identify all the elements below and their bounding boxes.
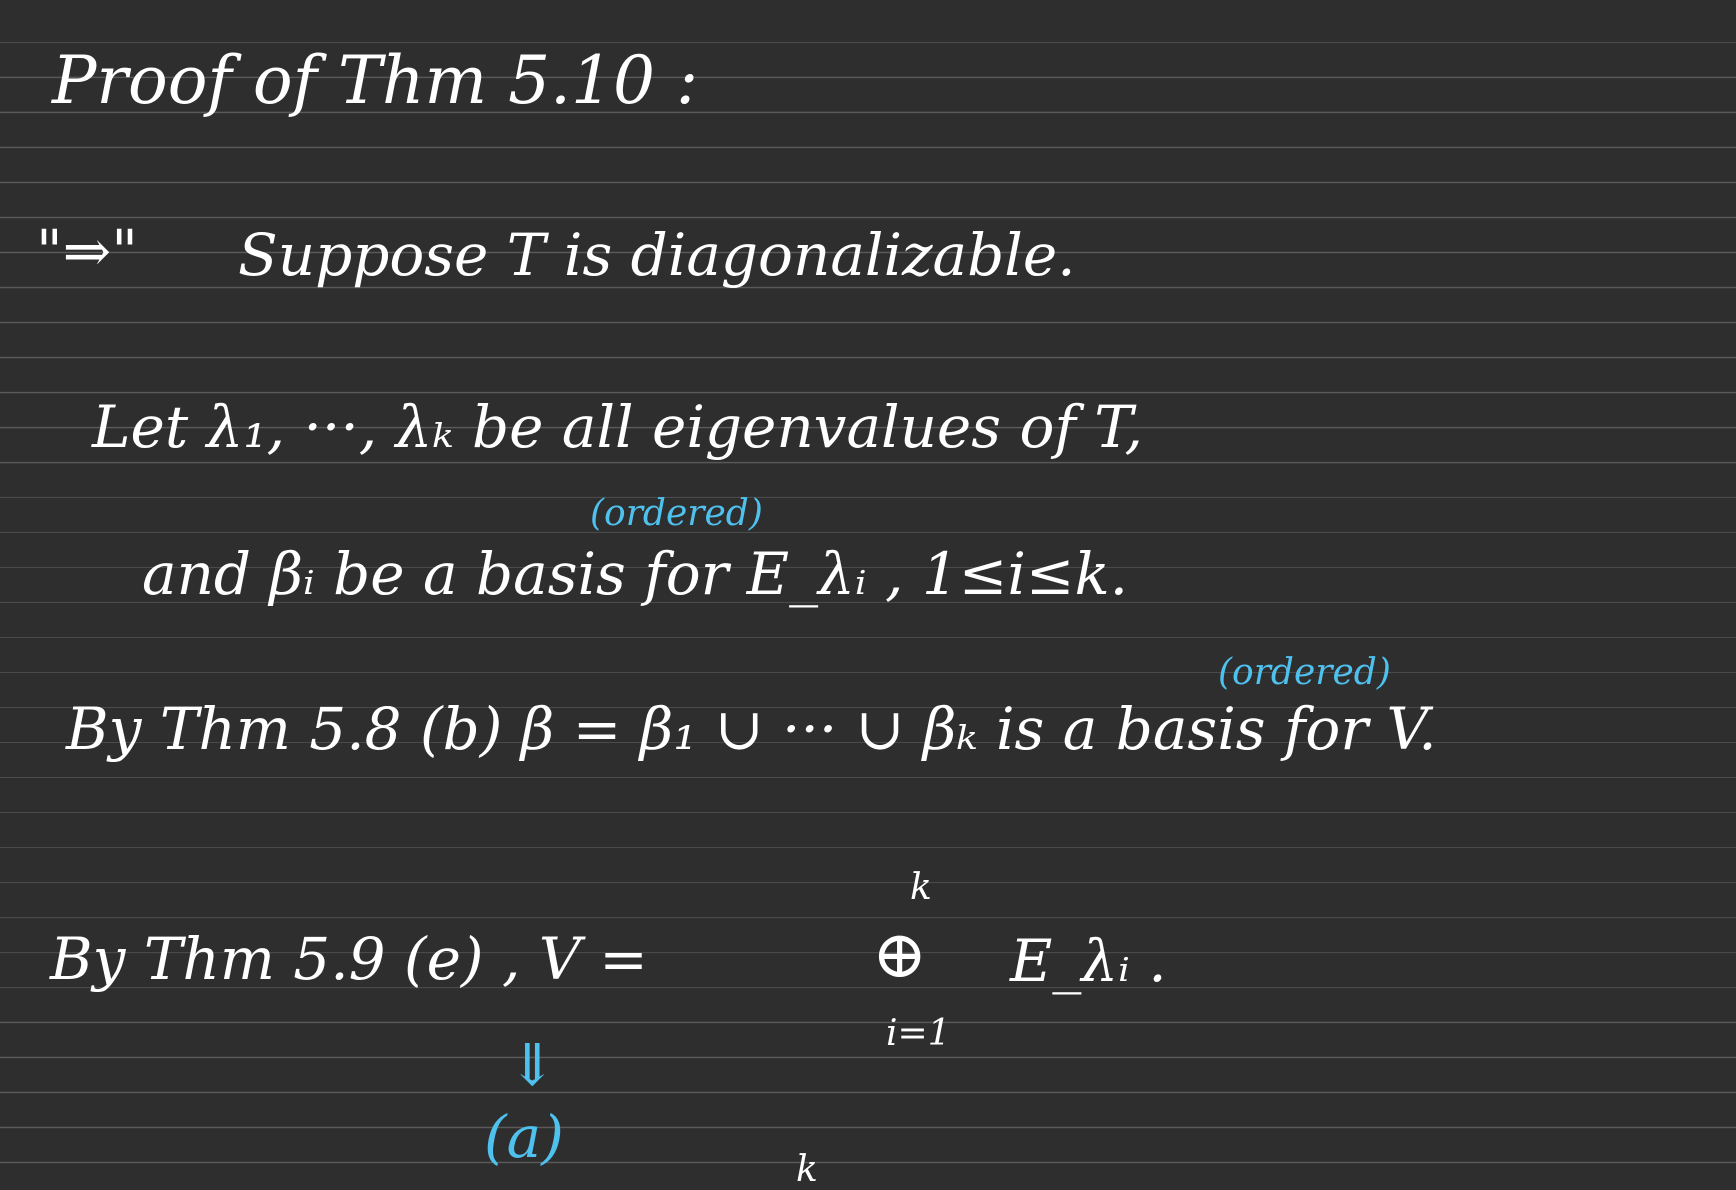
annotation-ordered-1: (ordered) <box>590 493 763 534</box>
down-implication-arrow: ⇓ <box>508 1031 557 1099</box>
forward-direction-marker: "⇒" <box>36 217 138 285</box>
direct-sum-upper-index: k <box>910 867 932 908</box>
line-bases: and βᵢ be a basis for E_λᵢ , 1≤i≤k. <box>142 540 1129 608</box>
line-union-basis: By Thm 5.8 (b) β = β₁ ∪ ··· ∪ βₖ is a ba… <box>66 695 1437 763</box>
bottom-index-k: k <box>796 1149 818 1190</box>
direct-sum-symbol: ⊕ <box>872 916 928 993</box>
line-suppose-diagonalizable: Suppose T is diagonalizable. <box>238 221 1076 289</box>
direct-sum-lower-index: i=1 <box>886 1013 951 1054</box>
annotation-a: (a) <box>484 1103 564 1171</box>
line-eigenvalues: Let λ₁, ···, λₖ be all eigenvalues of T, <box>92 393 1143 461</box>
line-direct-sum-left: By Thm 5.9 (e) , V = <box>50 925 648 993</box>
annotation-ordered-2: (ordered) <box>1218 652 1391 693</box>
proof-title: Proof of Thm 5.10 : <box>52 42 699 119</box>
line-direct-sum-right: E_λᵢ . <box>1010 927 1167 995</box>
